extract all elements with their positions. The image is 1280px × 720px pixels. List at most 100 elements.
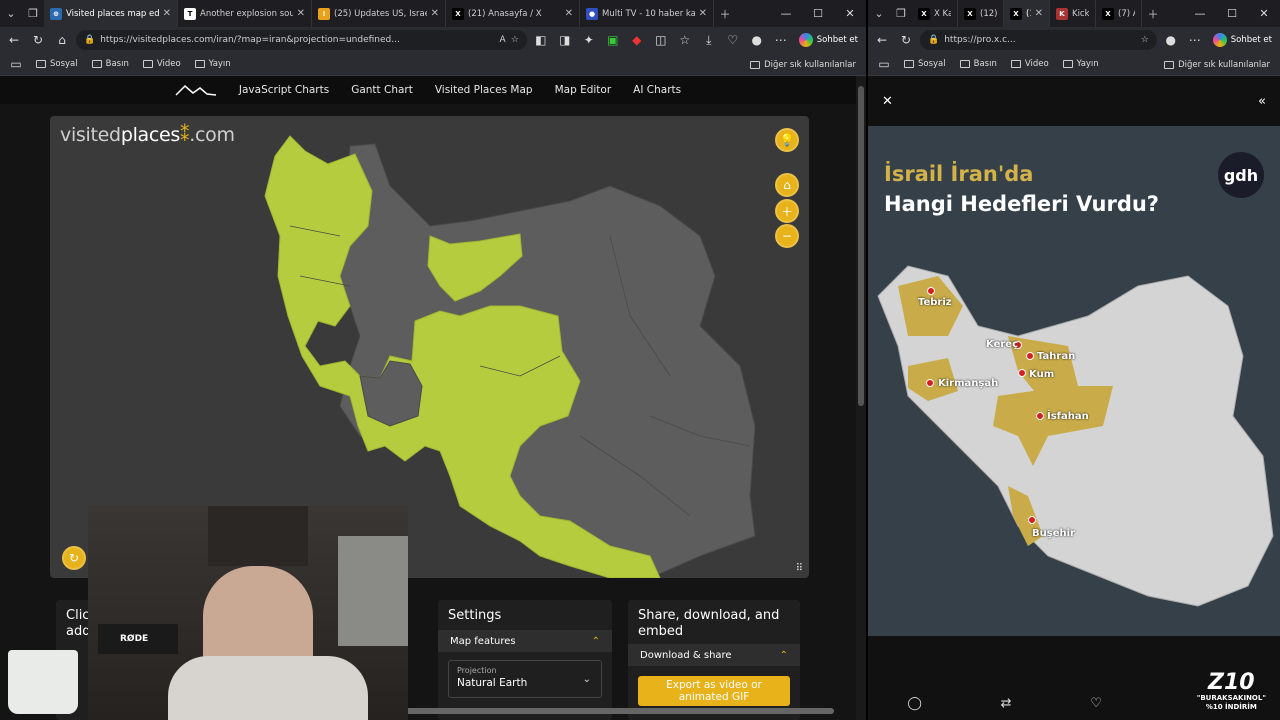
wall-photos — [208, 506, 308, 566]
minimize-icon[interactable]: — — [770, 0, 802, 27]
back-icon[interactable]: ← — [4, 30, 24, 50]
folder-icon — [1062, 60, 1073, 68]
bookmark-sosyal[interactable]: Sosyal — [904, 59, 946, 69]
scroll-thumb[interactable] — [858, 86, 864, 406]
vertical-scrollbar[interactable] — [856, 76, 866, 720]
extension-icon[interactable]: ◆ — [627, 30, 647, 50]
export-video-button[interactable]: Export as video or animated GIF — [638, 676, 790, 706]
address-bar-row: ← ↻ ⌂ 🔒 https://visitedplaces.com/iran/?… — [0, 27, 866, 53]
new-tab-icon[interactable]: ＋ — [714, 0, 736, 27]
copilot-chat-button[interactable]: Sohbet et — [795, 33, 862, 47]
close-tab-icon[interactable]: ✕ — [1035, 8, 1043, 19]
tab-kick[interactable]: KKickP — [1050, 0, 1096, 27]
tab-explosion[interactable]: T Another explosion sound a ✕ — [178, 0, 312, 27]
infographic-image[interactable]: İsrail İran'da Hangi Hedefleri Vurdu? gd… — [868, 126, 1280, 636]
tab-actions-icon[interactable]: ⌄ — [868, 0, 890, 27]
tab-x-1[interactable]: XX Kat — [912, 0, 958, 27]
close-tab-icon[interactable]: ✕ — [699, 8, 707, 19]
extension-icon[interactable]: ▣ — [603, 30, 623, 50]
sidebar-toggle-icon[interactable]: ▭ — [878, 54, 890, 74]
like-icon[interactable]: ♡ — [1090, 696, 1102, 711]
refresh-icon[interactable]: ↻ — [28, 30, 48, 50]
zoom-in-button[interactable]: ＋ — [775, 199, 799, 223]
close-window-icon[interactable]: ✕ — [1248, 0, 1280, 27]
folder-icon — [91, 60, 102, 68]
close-icon[interactable]: ✕ — [882, 94, 893, 109]
tab-x-home[interactable]: X (21) Anasayfa / X ✕ — [446, 0, 580, 27]
city-label-kum: Kum — [1029, 369, 1055, 380]
copilot-chat-button[interactable]: Sohbet et — [1209, 33, 1276, 47]
close-tab-icon[interactable]: ✕ — [297, 8, 305, 19]
close-tab-icon[interactable]: ✕ — [163, 8, 171, 19]
map-features-accordion[interactable]: Map features ⌃ — [438, 630, 612, 652]
resize-handle-icon[interactable]: ⠿ — [796, 563, 803, 574]
horizontal-scrollbar[interactable] — [406, 708, 834, 714]
more-menu-icon[interactable]: ⋯ — [1185, 30, 1205, 50]
tab-visited-places[interactable]: ⊕ Visited places map editor ✕ — [44, 0, 178, 27]
extension-icon[interactable]: ◨ — [555, 30, 575, 50]
url-field[interactable]: 🔒 https://pro.x.c... ☆ — [920, 30, 1157, 50]
profile-avatar[interactable]: ● — [747, 30, 767, 50]
health-icon[interactable]: ♡ — [723, 30, 743, 50]
tab-multi-tv[interactable]: ● Multi TV - 10 haber ka ✕ — [580, 0, 714, 27]
profile-avatar[interactable]: ● — [1161, 30, 1181, 50]
favorites-icon[interactable]: ☆ — [675, 30, 695, 50]
reset-button[interactable]: ↻ — [62, 546, 86, 570]
copilot-icon — [798, 33, 813, 47]
other-bookmarks[interactable]: Diğer sık kullanılanlar — [750, 53, 856, 76]
bookmark-sosyal[interactable]: Sosyal — [36, 59, 78, 69]
tab-updates[interactable]: ! (25) Updates US, Israel atta ✕ — [312, 0, 446, 27]
workspaces-icon[interactable]: ❐ — [22, 0, 44, 27]
more-menu-icon[interactable]: ⋯ — [771, 30, 791, 50]
favorite-star-icon[interactable]: ☆ — [1141, 35, 1149, 45]
zoom-out-button[interactable]: − — [775, 224, 799, 248]
bookmark-yayin[interactable]: Yayın — [194, 59, 231, 69]
site-logo-icon[interactable] — [175, 83, 217, 97]
bookmark-basin[interactable]: Basın — [959, 59, 997, 69]
close-tab-icon[interactable]: ✕ — [431, 8, 439, 19]
folder-icon — [904, 60, 914, 68]
favorite-star-icon[interactable]: ☆ — [511, 35, 519, 45]
new-tab-icon[interactable]: ＋ — [1142, 0, 1164, 27]
refresh-icon[interactable]: ↻ — [896, 30, 916, 50]
maximize-icon[interactable]: ☐ — [1216, 0, 1248, 27]
lightbulb-button[interactable]: 💡 — [775, 128, 799, 152]
city-label-tahran: Tahran — [1037, 351, 1076, 362]
workspaces-icon[interactable]: ❐ — [890, 0, 912, 27]
tab-actions-icon[interactable]: ⌄ — [0, 0, 22, 27]
tab-x-3[interactable]: X(7) An — [1096, 0, 1142, 27]
collapse-icon[interactable]: « — [1258, 94, 1266, 109]
home-icon[interactable]: ⌂ — [52, 30, 72, 50]
back-icon[interactable]: ← — [872, 30, 892, 50]
bookmark-basin[interactable]: Basın — [91, 59, 129, 69]
bookmark-video[interactable]: Video — [1010, 59, 1049, 69]
bookmark-yayin[interactable]: Yayın — [1062, 59, 1099, 69]
close-window-icon[interactable]: ✕ — [834, 0, 866, 27]
nav-visited-places-map[interactable]: Visited Places Map — [435, 84, 533, 96]
download-share-accordion[interactable]: Download & share ⌃ — [628, 644, 800, 666]
other-bookmarks[interactable]: Diğer sık kullanılanlar — [1164, 53, 1270, 76]
tab-x-active[interactable]: X(1✕ — [1004, 0, 1050, 27]
nav-ai-charts[interactable]: AI Charts — [633, 84, 681, 96]
close-tab-icon[interactable]: ✕ — [565, 8, 573, 19]
extension-icon[interactable]: ✦ — [579, 30, 599, 50]
minimize-icon[interactable]: — — [1184, 0, 1216, 27]
maximize-icon[interactable]: ☐ — [802, 0, 834, 27]
reply-icon[interactable]: ◯ — [907, 696, 922, 711]
nav-gantt-chart[interactable]: Gantt Chart — [351, 84, 413, 96]
nav-map-editor[interactable]: Map Editor — [555, 84, 612, 96]
sponsor-promo: Z10 "BURAKSAKINOL" %10 İNDİRİM — [1196, 670, 1266, 712]
url-field[interactable]: 🔒 https://visitedplaces.com/iran/?map=ir… — [76, 30, 527, 50]
read-aloud-icon[interactable]: A — [500, 35, 506, 45]
sidebar-toggle-icon[interactable]: ▭ — [10, 54, 22, 74]
nav-javascript-charts[interactable]: JavaScript Charts — [239, 84, 329, 96]
home-button[interactable]: ⌂ — [775, 173, 799, 197]
downloads-icon[interactable]: ⤓ — [699, 30, 719, 50]
extension-icon[interactable]: ◫ — [651, 30, 671, 50]
repost-icon[interactable]: ⇄ — [1001, 696, 1012, 711]
tab-x-2[interactable]: X(12) A — [958, 0, 1004, 27]
projection-select[interactable]: Projection Natural Earth ⌄ — [448, 660, 602, 698]
bookmark-video[interactable]: Video — [142, 59, 181, 69]
extension-icon[interactable]: ◧ — [531, 30, 551, 50]
folder-icon — [1010, 60, 1021, 68]
